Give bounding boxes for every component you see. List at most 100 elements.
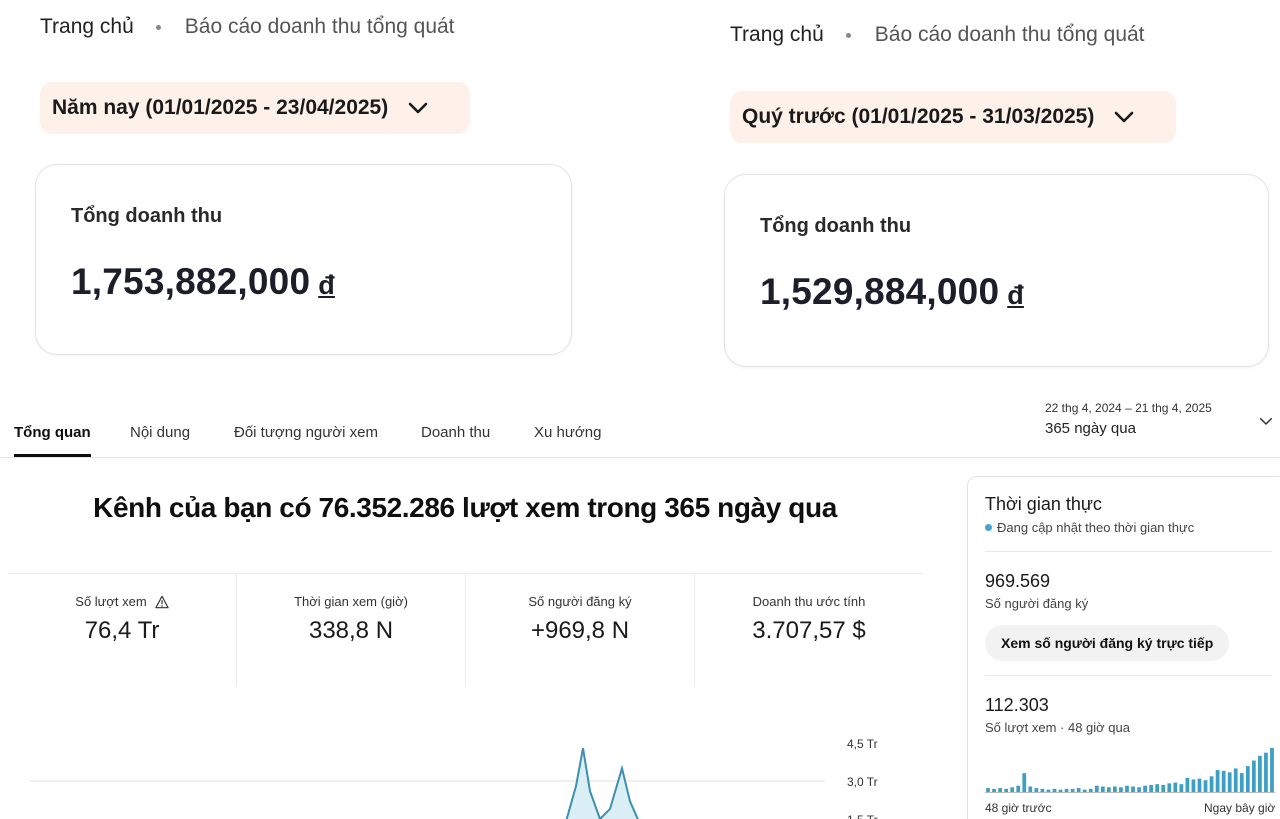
live-subscriber-count-button[interactable]: Xem số người đăng ký trực tiếp: [985, 625, 1230, 661]
y-tick-label: 4,5 Tr: [847, 737, 878, 751]
revenue-value: 1,529,884,000 đ: [760, 271, 1024, 312]
realtime-bar: [986, 788, 990, 792]
realtime-bar: [1022, 773, 1027, 792]
revenue-label: Tổng doanh thu: [71, 205, 223, 227]
key-metrics: Số lượt xem 76,4 Tr Thời gian xem (giờ) …: [8, 573, 923, 686]
metric-value: 3.707,57 $: [752, 617, 866, 644]
realtime-bar: [1197, 778, 1202, 792]
realtime-bar: [1004, 788, 1009, 792]
realtime-bar: [1125, 785, 1129, 792]
realtime-bar: [992, 788, 996, 792]
realtime-views-count: 112.303: [985, 695, 1049, 715]
live-dot-icon: [985, 524, 992, 531]
realtime-bar: [1209, 776, 1214, 792]
realtime-bar: [1143, 785, 1147, 792]
realtime-bar: [1264, 752, 1268, 792]
divider: [985, 675, 1272, 676]
realtime-bar: [1161, 784, 1166, 792]
date-range-label: Quý trước (01/01/2025 - 31/03/2025): [742, 105, 1095, 128]
metric-subscribers[interactable]: Số người đăng ký +969,8 N: [466, 574, 695, 686]
warning-icon[interactable]: [155, 595, 169, 609]
bar-axis-start-label: 48 giờ trước: [985, 801, 1052, 815]
realtime-bar: [1040, 788, 1045, 792]
realtime-bar: [1137, 787, 1141, 792]
metric-watch-time[interactable]: Thời gian xem (giờ) 338,8 N: [237, 574, 466, 686]
realtime-card: Thời gian thực Đang cập nhật theo thời g…: [967, 476, 1280, 819]
realtime-bar: [1088, 788, 1093, 792]
realtime-bar: [1270, 748, 1274, 792]
realtime-bar: [1064, 788, 1069, 792]
realtime-title: Thời gian thực: [985, 494, 1102, 514]
total-revenue-card-right: Tổng doanh thu 1,529,884,000 đ: [724, 174, 1269, 367]
realtime-bar: [1010, 787, 1015, 792]
revenue-label: Tổng doanh thu: [760, 215, 912, 237]
realtime-bar: [1173, 782, 1178, 792]
realtime-bar: [1258, 755, 1262, 792]
tab-overview[interactable]: Tổng quan: [14, 424, 91, 457]
realtime-bar: [1239, 773, 1244, 792]
realtime-bar: [1119, 787, 1123, 792]
realtime-bar: [1179, 784, 1184, 792]
breadcrumb-separator: [155, 24, 161, 30]
metric-value: 76,4 Tr: [84, 617, 160, 644]
bar-axis-end-label: Ngay bây giờ: [1204, 801, 1276, 815]
realtime-bar: [1052, 788, 1057, 792]
currency-symbol: đ: [1007, 280, 1024, 310]
y-tick-label: 3,0 Tr: [847, 775, 878, 789]
chevron-down-icon: [408, 102, 428, 114]
views-line-chart: 4,5 Tr 3,0 Tr 1,5 Tr: [30, 737, 878, 819]
realtime-bar: [1185, 777, 1190, 792]
realtime-bar: [1233, 768, 1238, 792]
realtime-views-bar-chart[interactable]: [985, 745, 1275, 793]
realtime-bar: [1215, 770, 1220, 792]
breadcrumb-separator: [845, 32, 851, 38]
metric-label: Thời gian xem (giờ): [294, 594, 408, 609]
date-range-period: 365 ngày qua: [1045, 420, 1136, 437]
realtime-bar: [1167, 783, 1172, 792]
realtime-bar: [1131, 786, 1135, 792]
realtime-bar: [1113, 786, 1117, 792]
date-range-dropdown-left[interactable]: Năm nay (01/01/2025 - 23/04/2025): [40, 82, 470, 134]
revenue-value: 1,753,882,000 đ: [71, 261, 335, 302]
realtime-bar: [1191, 779, 1196, 792]
tab-audience[interactable]: Đối tượng người xem: [234, 424, 378, 441]
realtime-bar: [1028, 786, 1033, 792]
date-range-dates: 22 thg 4, 2024 – 21 thg 4, 2025: [1045, 401, 1212, 415]
breadcrumb-page: Báo cáo doanh thu tổng quát: [874, 23, 1145, 46]
tab-trends[interactable]: Xu hướng: [534, 424, 601, 441]
realtime-bar: [1106, 787, 1111, 792]
realtime-bar: [1016, 785, 1021, 792]
overview-headline: Kênh của bạn có 76.352.286 lượt xem tron…: [93, 492, 837, 523]
realtime-status: Đang cập nhật theo thời gian thực: [985, 520, 1194, 535]
realtime-bar: [1034, 788, 1039, 792]
realtime-bar: [1076, 788, 1081, 792]
analytics-date-selector[interactable]: 22 thg 4, 2024 – 21 thg 4, 2025 365 ngày…: [1045, 398, 1275, 442]
metric-label: Số người đăng ký: [528, 594, 632, 609]
date-range-dropdown-right[interactable]: Quý trước (01/01/2025 - 31/03/2025): [730, 91, 1176, 143]
metric-views[interactable]: Số lượt xem 76,4 Tr: [8, 574, 237, 686]
realtime-bar: [1227, 772, 1232, 792]
realtime-subscribers-label: Số người đăng ký: [985, 596, 1089, 611]
metric-value: 338,8 N: [308, 617, 394, 644]
realtime-bar: [1221, 770, 1226, 792]
tab-revenue[interactable]: Doanh thu: [421, 424, 490, 441]
realtime-bar: [1058, 789, 1063, 792]
breadcrumb-right: Trang chủ Báo cáo doanh thu tổng quát: [730, 23, 1145, 47]
metric-value: +969,8 N: [530, 617, 630, 644]
breadcrumb-home[interactable]: Trang chủ: [730, 23, 824, 47]
metric-label: Số lượt xem: [75, 594, 147, 609]
tab-content[interactable]: Nội dung: [130, 424, 190, 441]
breadcrumb-home[interactable]: Trang chủ: [40, 15, 134, 39]
realtime-bar: [1082, 789, 1087, 792]
realtime-bar: [1251, 760, 1256, 792]
metric-label: Doanh thu ước tính: [752, 594, 866, 609]
divider: [985, 551, 1272, 552]
breadcrumb-page: Báo cáo doanh thu tổng quát: [184, 15, 455, 38]
metric-revenue[interactable]: Doanh thu ước tính 3.707,57 $: [695, 574, 923, 686]
y-tick-label: 1,5 Tr: [847, 813, 878, 819]
realtime-subscribers-count: 969.569: [985, 571, 1051, 591]
realtime-bar: [1046, 789, 1051, 792]
realtime-bar: [1155, 784, 1160, 792]
currency-symbol: đ: [318, 270, 335, 300]
breadcrumb-left: Trang chủ Báo cáo doanh thu tổng quát: [40, 15, 455, 39]
